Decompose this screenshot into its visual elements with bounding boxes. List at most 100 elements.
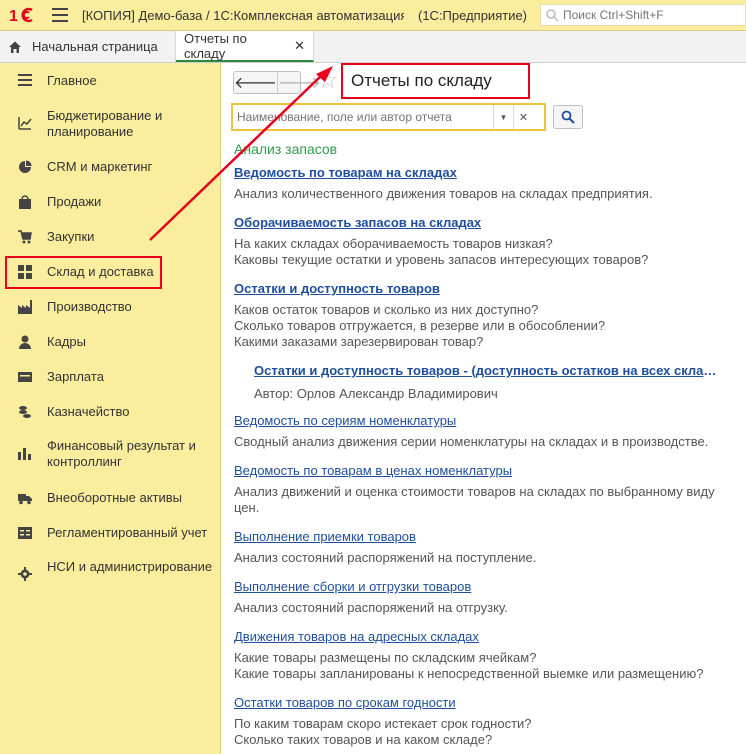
gear-icon — [18, 567, 32, 581]
report-description: На каких складах оборачиваемость товаров… — [234, 236, 649, 267]
dropdown-arrow-icon[interactable]: ▼ — [493, 105, 513, 129]
sidebar-item-label: Казначейство — [47, 404, 130, 419]
back-arrow-icon[interactable]: 🡐 — [234, 72, 277, 93]
truck-icon — [18, 491, 32, 505]
sidebar-item-main[interactable]: Главное — [0, 71, 221, 91]
sidebar-item-label: НСИ и администрирование — [47, 559, 213, 574]
report-description: Сводный анализ движения серии номенклату… — [234, 434, 709, 449]
person-icon — [18, 335, 32, 349]
sidebar-item-payroll[interactable]: Зарплата — [0, 367, 221, 387]
sidebar-item-label: Продажи — [47, 194, 102, 209]
report-link[interactable]: Ведомость по товарам в ценах номенклатур… — [234, 463, 512, 478]
report-item: Выполнение сборки и отгрузки товаров Ана… — [234, 579, 739, 616]
tab-warehouse-reports[interactable]: Отчеты по складу ✕ — [176, 31, 314, 62]
report-item: Оборачиваемость запасов на складах На ка… — [234, 215, 739, 268]
home-icon — [8, 40, 22, 54]
report-description: Анализ движений и оценка стоимости товар… — [234, 484, 715, 515]
global-search[interactable] — [540, 4, 746, 26]
report-description: Анализ количественного движения товаров … — [234, 186, 653, 201]
factory-icon — [18, 300, 32, 314]
search-icon — [545, 8, 559, 22]
search-icon — [561, 110, 575, 124]
sidebar-item-sales[interactable]: Продажи — [0, 192, 221, 212]
report-description: Каков остаток товаров и сколько из них д… — [234, 302, 606, 349]
favorite-star-icon[interactable]: ☆ — [317, 69, 339, 93]
sidebar-item-label: Главное — [47, 73, 97, 88]
1c-logo-icon[interactable]: 1 — [8, 5, 38, 25]
report-link[interactable]: Остатки товаров по срокам годности — [234, 695, 456, 710]
report-item: Ведомость по товарам на складах Анализ к… — [234, 165, 739, 202]
ledger-icon — [18, 526, 32, 540]
forward-arrow-icon[interactable]: 🡒 — [276, 72, 321, 93]
report-item-user: Остатки и доступность товаров - (доступн… — [254, 363, 724, 401]
report-description: Анализ состояний распоряжений на отгрузк… — [234, 600, 508, 615]
report-link[interactable]: Остатки и доступность товаров — [234, 281, 440, 296]
chart-trend-icon — [18, 116, 32, 130]
sidebar-item-budgeting[interactable]: Бюджетирование и планирование — [0, 107, 221, 143]
sidebar-item-label: Закупки — [47, 229, 95, 244]
sidebar-item-label: Кадры — [47, 334, 86, 349]
report-link[interactable]: Остатки и доступность товаров - (доступн… — [254, 363, 724, 378]
sidebar-item-label: Производство — [47, 299, 132, 314]
clear-icon[interactable]: ✕ — [513, 105, 533, 129]
sidebar-item-label: Внеоборотные активы — [47, 490, 183, 505]
window-mode: (1С:Предприятие) — [418, 7, 528, 23]
navigation-buttons: 🡐 🡒 — [233, 71, 321, 94]
sidebar-item-purchases[interactable]: Закупки — [0, 227, 221, 247]
sidebar-item-label: Бюджетирование и планирование — [47, 108, 163, 139]
title-bar: 1 [КОПИЯ] Демо-база / 1С:Комплексная авт… — [0, 0, 746, 31]
tab-bar: Начальная страница Отчеты по складу ✕ — [0, 31, 746, 63]
sidebar-item-fixed-assets[interactable]: Внеоборотные активы — [0, 488, 221, 508]
report-author: Автор: Орлов Александр Владимирович — [254, 386, 498, 401]
window-title: [КОПИЯ] Демо-база / 1С:Комплексная автом… — [82, 7, 404, 23]
tab-home[interactable]: Начальная страница — [0, 31, 176, 62]
search-button[interactable] — [553, 105, 583, 129]
coins-icon — [18, 405, 32, 419]
wallet-icon — [18, 370, 32, 384]
sidebar-item-label: Финансовый результат и контроллинг — [47, 438, 196, 469]
svg-text:1: 1 — [9, 8, 18, 25]
report-item: Ведомость по товарам в ценах номенклатур… — [234, 463, 739, 516]
tab-home-label: Начальная страница — [32, 39, 158, 54]
sidebar-item-label: CRM и маркетинг — [47, 159, 153, 174]
sidebar-item-admin[interactable]: НСИ и администрирование — [0, 558, 221, 594]
pie-chart-icon — [18, 160, 32, 174]
main-content: 🡐 🡒 ☆ Отчеты по складу ▼ ✕ Анализ запасо… — [222, 63, 746, 754]
report-description: Какие товары размещены по складским ячей… — [234, 650, 704, 681]
report-search-input[interactable] — [233, 110, 493, 124]
sidebar-item-production[interactable]: Производство — [0, 297, 221, 317]
report-item: Остатки товаров по срокам годности По ка… — [234, 695, 739, 748]
annotation-highlight-warehouse — [5, 256, 162, 289]
report-description: По каким товарам скоро истекает срок год… — [234, 716, 532, 747]
sidebar-item-label: Регламентированный учет — [47, 525, 208, 540]
cart-icon — [18, 230, 32, 244]
sidebar-item-regulated-accounting[interactable]: Регламентированный учет — [0, 523, 221, 543]
report-description: Анализ состояний распоряжений на поступл… — [234, 550, 537, 565]
close-tab-icon[interactable]: ✕ — [294, 38, 305, 54]
sections-panel: Главное Бюджетирование и планирование CR… — [0, 63, 221, 754]
sidebar-item-hr[interactable]: Кадры — [0, 332, 221, 352]
report-item: Остатки и доступность товаров Каков оста… — [234, 281, 739, 350]
sidebar-item-label: Зарплата — [47, 369, 104, 384]
report-item: Ведомость по сериям номенклатуры Сводный… — [234, 413, 739, 450]
report-link[interactable]: Оборачиваемость запасов на складах — [234, 215, 481, 230]
report-item: Движения товаров на адресных складах Как… — [234, 629, 739, 682]
report-link[interactable]: Выполнение приемки товаров — [234, 529, 416, 544]
section-title: Анализ запасов — [234, 141, 338, 157]
report-filter[interactable]: ▼ ✕ — [231, 103, 546, 131]
main-menu-icon[interactable] — [52, 8, 68, 22]
sidebar-item-crm[interactable]: CRM и маркетинг — [0, 157, 221, 177]
sidebar-item-treasury[interactable]: Казначейство — [0, 402, 221, 422]
page-title: Отчеты по складу — [341, 63, 530, 99]
report-item: Выполнение приемки товаров Анализ состоя… — [234, 529, 739, 566]
bar-chart-icon — [18, 446, 32, 460]
tab-warehouse-reports-label: Отчеты по складу — [184, 30, 247, 61]
report-link[interactable]: Ведомость по товарам на складах — [234, 165, 457, 180]
sidebar-item-financial-result[interactable]: Финансовый результат и контроллинг — [0, 437, 221, 473]
report-link[interactable]: Ведомость по сериям номенклатуры — [234, 413, 456, 428]
global-search-input[interactable] — [563, 8, 743, 22]
menu-lines-icon — [18, 73, 32, 87]
shopping-bag-icon — [18, 195, 32, 209]
report-link[interactable]: Выполнение сборки и отгрузки товаров — [234, 579, 471, 594]
report-link[interactable]: Движения товаров на адресных складах — [234, 629, 479, 644]
